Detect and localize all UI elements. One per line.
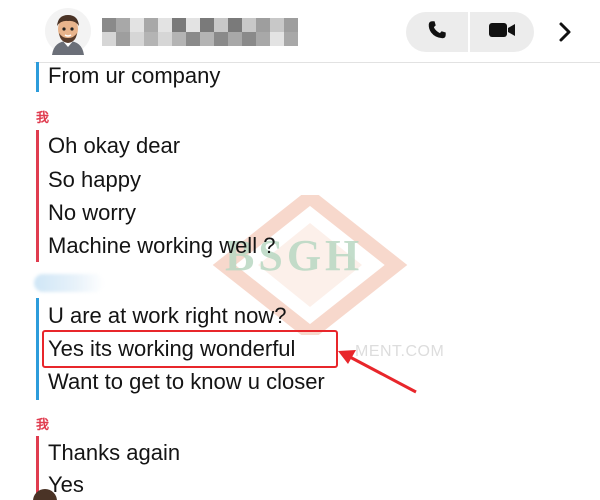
message-line[interactable]: Machine working well ? — [48, 232, 275, 260]
mosaic-cell — [214, 32, 228, 46]
message-bar-contact — [36, 62, 39, 92]
call-button[interactable] — [406, 12, 468, 52]
mosaic-cell — [242, 32, 256, 46]
mosaic-cell — [186, 18, 200, 32]
mosaic-cell — [270, 32, 284, 46]
phone-icon — [426, 19, 448, 45]
mosaic-cell — [172, 32, 186, 46]
sender-label-self: 我 — [36, 418, 50, 433]
contact-name-redacted[interactable] — [102, 18, 298, 46]
mosaic-cell — [200, 18, 214, 32]
mosaic-cell — [144, 18, 158, 32]
message-line[interactable]: So happy — [48, 166, 141, 194]
video-camera-icon — [488, 20, 516, 44]
mosaic-cell — [130, 32, 144, 46]
message-bar-contact — [36, 298, 39, 400]
message-bar-self — [36, 130, 39, 262]
message-line[interactable]: Want to get to know u closer — [48, 368, 325, 396]
mosaic-cell — [158, 32, 172, 46]
message-line[interactable]: U are at work right now? — [48, 302, 286, 330]
mosaic-cell — [172, 18, 186, 32]
video-call-button[interactable] — [470, 12, 534, 52]
sender-label-self: 我 — [36, 111, 50, 126]
message-line[interactable]: From ur company — [48, 62, 220, 90]
sender-label-contact-redacted — [34, 274, 104, 292]
message-line[interactable]: Thanks again — [48, 439, 180, 467]
mosaic-cell — [102, 18, 116, 32]
mosaic-cell — [102, 32, 116, 46]
message-line[interactable]: Oh okay dear — [48, 132, 180, 160]
mosaic-cell — [144, 32, 158, 46]
mosaic-cell — [242, 18, 256, 32]
contact-avatar-icon[interactable] — [44, 7, 92, 55]
annotation-arrow-icon — [338, 350, 417, 394]
mosaic-cell — [158, 18, 172, 32]
mosaic-cell — [130, 18, 144, 32]
mosaic-cell — [214, 18, 228, 32]
chat-header — [0, 0, 600, 62]
mosaic-cell — [270, 18, 284, 32]
avatar-icon — [32, 488, 58, 500]
mosaic-cell — [256, 32, 270, 46]
mosaic-cell — [228, 18, 242, 32]
mosaic-cell — [116, 18, 130, 32]
mosaic-cell — [186, 32, 200, 46]
mosaic-cell — [256, 18, 270, 32]
highlight-box — [42, 330, 338, 368]
message-line[interactable]: No worry — [48, 199, 136, 227]
mosaic-cell — [284, 18, 298, 32]
mosaic-cell — [228, 32, 242, 46]
mosaic-cell — [284, 32, 298, 46]
mosaic-cell — [116, 32, 130, 46]
mosaic-cell — [200, 32, 214, 46]
chevron-right-icon[interactable] — [551, 18, 579, 46]
